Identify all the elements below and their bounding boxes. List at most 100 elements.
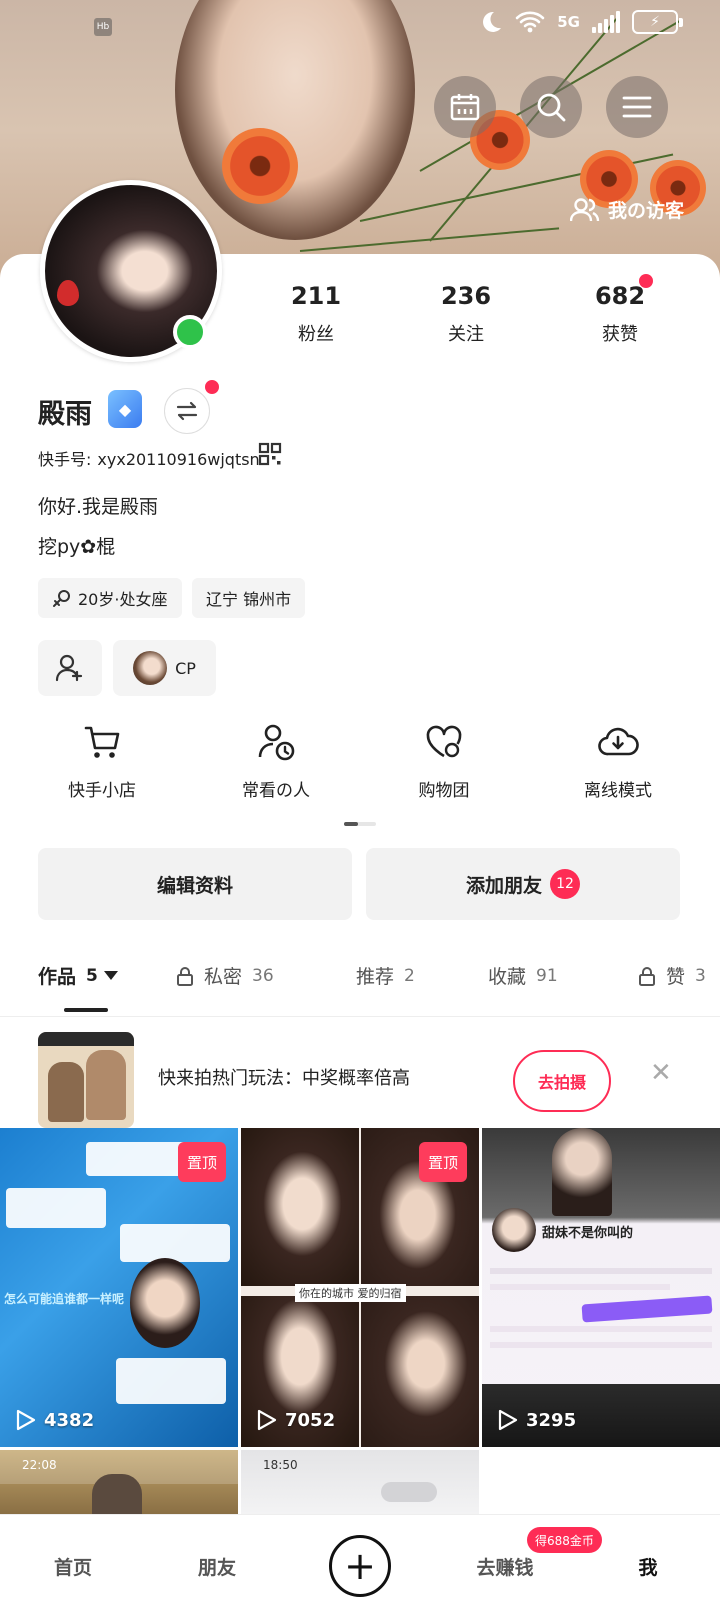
person-clock-icon — [258, 724, 295, 761]
followers-count: 211 — [290, 282, 342, 310]
bio-line-2: 挖py✿棍 — [38, 536, 116, 558]
cp-avatar — [133, 651, 168, 685]
play-icon — [16, 1409, 36, 1431]
battery-charging-icon: ⚡ — [632, 10, 683, 34]
qr-code-icon[interactable] — [258, 442, 282, 466]
status-bar: Hb 5G ⚡ — [0, 0, 720, 56]
bottom-nav: 首页 朋友 + 去赚钱 得688金币 我 — [0, 1514, 720, 1612]
quick-shop-label: 快手小店 — [68, 781, 136, 801]
video-tile-2[interactable]: 你在的城市 爱的归宿 置顶 7052 — [241, 1128, 479, 1447]
add-friend-square-button[interactable] — [38, 640, 102, 696]
tab-recommended-count: 2 — [404, 965, 415, 986]
promo-shoot-button[interactable]: 去拍摄 — [513, 1050, 611, 1112]
search-icon — [537, 93, 566, 122]
following-count: 236 — [440, 282, 492, 310]
add-friends-label: 添加朋友 — [465, 874, 542, 897]
edit-profile-label: 编辑资料 — [156, 874, 233, 897]
switch-new-dot — [205, 380, 219, 394]
edit-profile-button[interactable]: 编辑资料 — [38, 848, 352, 920]
notification-icon: Hb — [94, 18, 112, 36]
signal-icon — [592, 11, 620, 33]
nav-friends[interactable]: 朋友 — [177, 1553, 257, 1580]
tile-4-time: 22:08 — [22, 1458, 57, 1472]
profile-name: 殿雨 — [38, 399, 92, 430]
nav-home[interactable]: 首页 — [33, 1553, 113, 1580]
active-tab-indicator — [64, 1008, 108, 1012]
followers-label: 粉丝 — [298, 324, 334, 345]
verified-badge-icon[interactable]: ◆ — [108, 390, 142, 428]
tile-2-caption: 你在的城市 爱的归宿 — [295, 1284, 406, 1302]
tab-private[interactable]: 私密 36 — [176, 962, 274, 989]
quick-frequent-people-label: 常看の人 — [242, 781, 310, 801]
nav-me[interactable]: 我 — [608, 1553, 688, 1580]
promo-thumbnail[interactable] — [38, 1032, 134, 1128]
stat-followers[interactable]: 211 粉丝 — [256, 282, 376, 346]
wifi-icon — [515, 11, 545, 33]
following-label: 关注 — [448, 324, 484, 345]
video-tile-1[interactable]: 怎么可能追谁都一样呢 置顶 4382 — [0, 1128, 238, 1447]
add-friends-count-badge: 12 — [550, 869, 580, 899]
visitors-icon — [569, 197, 600, 221]
cloud-download-icon — [598, 727, 639, 756]
visitors-link[interactable]: 我の访客 — [569, 196, 684, 223]
network-type: 5G — [557, 13, 580, 31]
nav-earn[interactable]: 去赚钱 — [465, 1553, 545, 1580]
tile-2-views-count: 7052 — [285, 1409, 336, 1431]
tag-age-zodiac: 20岁·处女座 — [38, 578, 182, 618]
quick-shopping-group[interactable]: 购物团 — [364, 722, 524, 801]
quick-offline-mode[interactable]: 离线模式 — [538, 722, 698, 801]
tag-location: 辽宁 锦州市 — [192, 578, 306, 618]
tile-3-caption: 甜妹不是你叫的 — [542, 1226, 634, 1241]
likes-label: 获赞 — [602, 324, 638, 345]
tile-1-views-count: 4382 — [44, 1409, 95, 1431]
likes-new-dot — [639, 274, 653, 288]
tag-age-zodiac-label: 20岁·处女座 — [78, 590, 168, 609]
kuaishou-id-row[interactable]: 快手号: xyx20110916wjqtsn — [38, 446, 260, 470]
tab-likes[interactable]: 赞 3 — [638, 962, 706, 989]
tile-5-time: 18:50 — [263, 1458, 298, 1472]
tag-location-label: 辽宁 锦州市 — [206, 590, 292, 609]
likes-count: 682 — [594, 282, 646, 310]
switch-arrows-icon — [176, 401, 198, 421]
pinned-badge: 置顶 — [178, 1142, 226, 1182]
quick-actions-pager — [344, 822, 376, 826]
switch-account-button[interactable] — [164, 388, 210, 434]
tab-works-count: 5 — [86, 965, 98, 986]
tile-3-views-count: 3295 — [526, 1409, 577, 1431]
earn-coins-badge: 得688金币 — [527, 1527, 602, 1553]
tab-private-label: 私密 — [204, 966, 243, 988]
moon-icon — [483, 11, 502, 32]
video-tile-5[interactable]: 18:50 — [241, 1450, 479, 1514]
tab-favorites[interactable]: 收藏 91 — [488, 962, 558, 989]
menu-button[interactable] — [606, 76, 668, 138]
quick-shopping-group-label: 购物团 — [418, 781, 470, 801]
bio-line-1: 你好.我是殿雨 — [38, 496, 159, 518]
lock-icon — [639, 966, 655, 986]
tab-works[interactable]: 作品 5 — [38, 962, 118, 989]
cp-button[interactable]: CP — [113, 640, 216, 696]
quick-offline-mode-label: 离线模式 — [584, 781, 652, 801]
create-button[interactable]: + — [329, 1535, 391, 1597]
lock-icon — [177, 966, 193, 986]
tab-works-label: 作品 — [38, 966, 77, 988]
tab-recommended[interactable]: 推荐 2 — [356, 962, 415, 989]
chevron-down-icon — [103, 970, 118, 980]
quick-frequent-people[interactable]: 常看の人 — [196, 722, 356, 801]
stat-following[interactable]: 236 关注 — [406, 282, 526, 346]
tile-1-caption: 怎么可能追谁都一样呢 — [4, 1292, 125, 1306]
calendar-button[interactable] — [434, 76, 496, 138]
quick-shop[interactable]: 快手小店 — [22, 722, 182, 801]
promo-close-icon[interactable]: ✕ — [650, 1058, 672, 1088]
cp-label: CP — [175, 658, 196, 678]
play-icon — [257, 1409, 277, 1431]
pinned-badge: 置顶 — [419, 1142, 467, 1182]
online-status-dot — [173, 315, 207, 349]
search-button[interactable] — [520, 76, 582, 138]
stat-likes[interactable]: 682 获赞 — [560, 282, 680, 346]
video-tile-4[interactable]: 22:08 — [0, 1450, 238, 1514]
kuaishou-id-label: 快手号: — [38, 450, 92, 469]
tile-3-views: 3295 — [498, 1409, 576, 1431]
calendar-icon — [450, 94, 480, 121]
video-tile-3[interactable]: 甜妹不是你叫的 3295 — [482, 1128, 720, 1447]
add-friends-button[interactable]: 添加朋友 12 — [366, 848, 680, 920]
